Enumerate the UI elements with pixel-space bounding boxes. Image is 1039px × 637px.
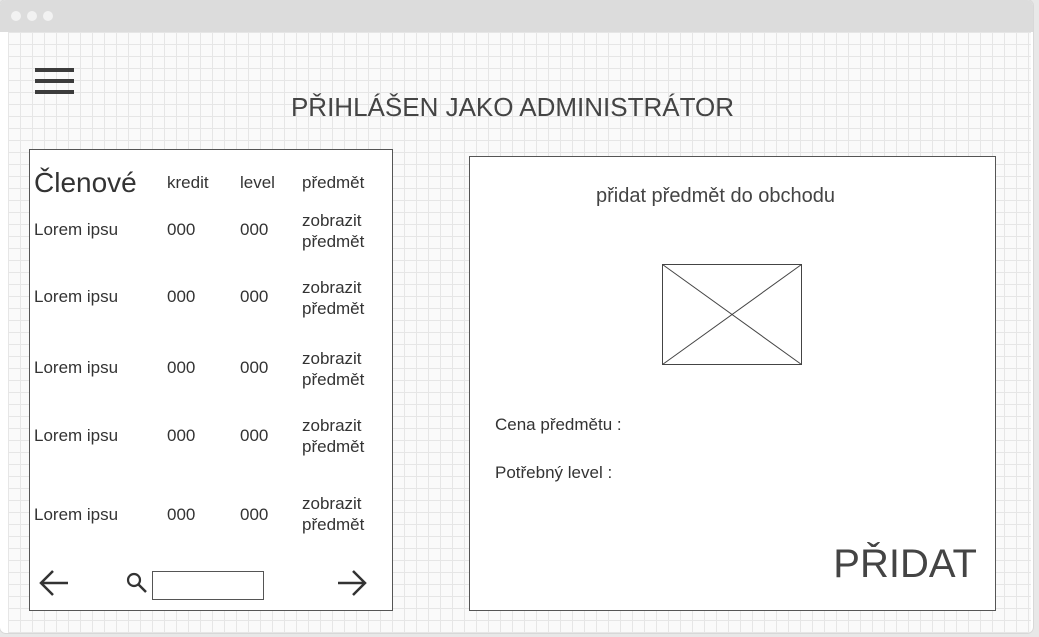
member-level: 000 xyxy=(240,287,269,306)
show-item-link-line2: předmět xyxy=(302,515,365,534)
column-header-members: Členové xyxy=(34,167,137,198)
show-item-link-line1: zobrazit xyxy=(302,278,362,297)
column-header-credit: kredit xyxy=(167,173,209,192)
column-header-level: level xyxy=(240,173,275,192)
show-item-link-line1: zobrazit xyxy=(302,349,362,368)
member-name: Lorem ipsu xyxy=(34,505,119,524)
members-panel: Členové kredit level předmět Lorem ipsu … xyxy=(29,149,393,611)
search-input[interactable] xyxy=(152,571,264,600)
image-placeholder-icon[interactable] xyxy=(662,264,802,365)
show-item-link[interactable]: zobrazit předmět xyxy=(302,415,364,457)
show-item-link[interactable]: zobrazit předmět xyxy=(302,277,364,319)
member-credit: 000 xyxy=(167,505,196,524)
panel-title: přidat předmět do obchodu xyxy=(595,185,836,207)
hamburger-menu-icon[interactable] xyxy=(35,68,75,96)
show-item-link-line2: předmět xyxy=(302,370,365,389)
arrow-right-icon[interactable] xyxy=(336,568,368,604)
window-control-dot[interactable] xyxy=(11,11,21,21)
show-item-link-line2: předmět xyxy=(302,437,365,456)
member-name: Lorem ipsu xyxy=(34,287,119,306)
member-name: Lorem ipsu xyxy=(34,220,119,239)
member-level: 000 xyxy=(240,505,269,524)
member-credit: 000 xyxy=(167,426,196,445)
column-header-item: předmět xyxy=(302,173,365,192)
member-name: Lorem ipsu xyxy=(34,426,119,445)
member-name: Lorem ipsu xyxy=(34,358,119,377)
arrow-left-icon[interactable] xyxy=(38,568,70,604)
show-item-link-line1: zobrazit xyxy=(302,416,362,435)
member-level: 000 xyxy=(240,220,269,239)
show-item-link[interactable]: zobrazit předmět xyxy=(302,210,364,252)
window-control-dot[interactable] xyxy=(43,11,53,21)
level-label: Potřebný level : xyxy=(495,463,613,482)
show-item-link-line2: předmět xyxy=(302,232,365,251)
search-icon[interactable] xyxy=(126,572,148,599)
window-control-dot[interactable] xyxy=(27,11,37,21)
show-item-link-line2: předmět xyxy=(302,299,365,318)
member-level: 000 xyxy=(240,426,269,445)
member-level: 000 xyxy=(240,358,269,377)
member-credit: 000 xyxy=(167,358,196,377)
member-credit: 000 xyxy=(167,220,196,239)
add-button[interactable]: PŘIDAT xyxy=(833,542,977,587)
price-label: Cena předmětu : xyxy=(495,415,622,434)
show-item-link-line1: zobrazit xyxy=(302,211,362,230)
add-item-panel: přidat předmět do obchodu Cena předmětu … xyxy=(469,156,996,611)
show-item-link[interactable]: zobrazit předmět xyxy=(302,348,364,390)
show-item-link-line1: zobrazit xyxy=(302,494,362,513)
window-titlebar xyxy=(0,0,1033,32)
member-credit: 000 xyxy=(167,287,196,306)
page-title: PŘIHLÁŠEN JAKO ADMINISTRÁTOR xyxy=(290,92,735,122)
show-item-link[interactable]: zobrazit předmět xyxy=(302,493,364,535)
